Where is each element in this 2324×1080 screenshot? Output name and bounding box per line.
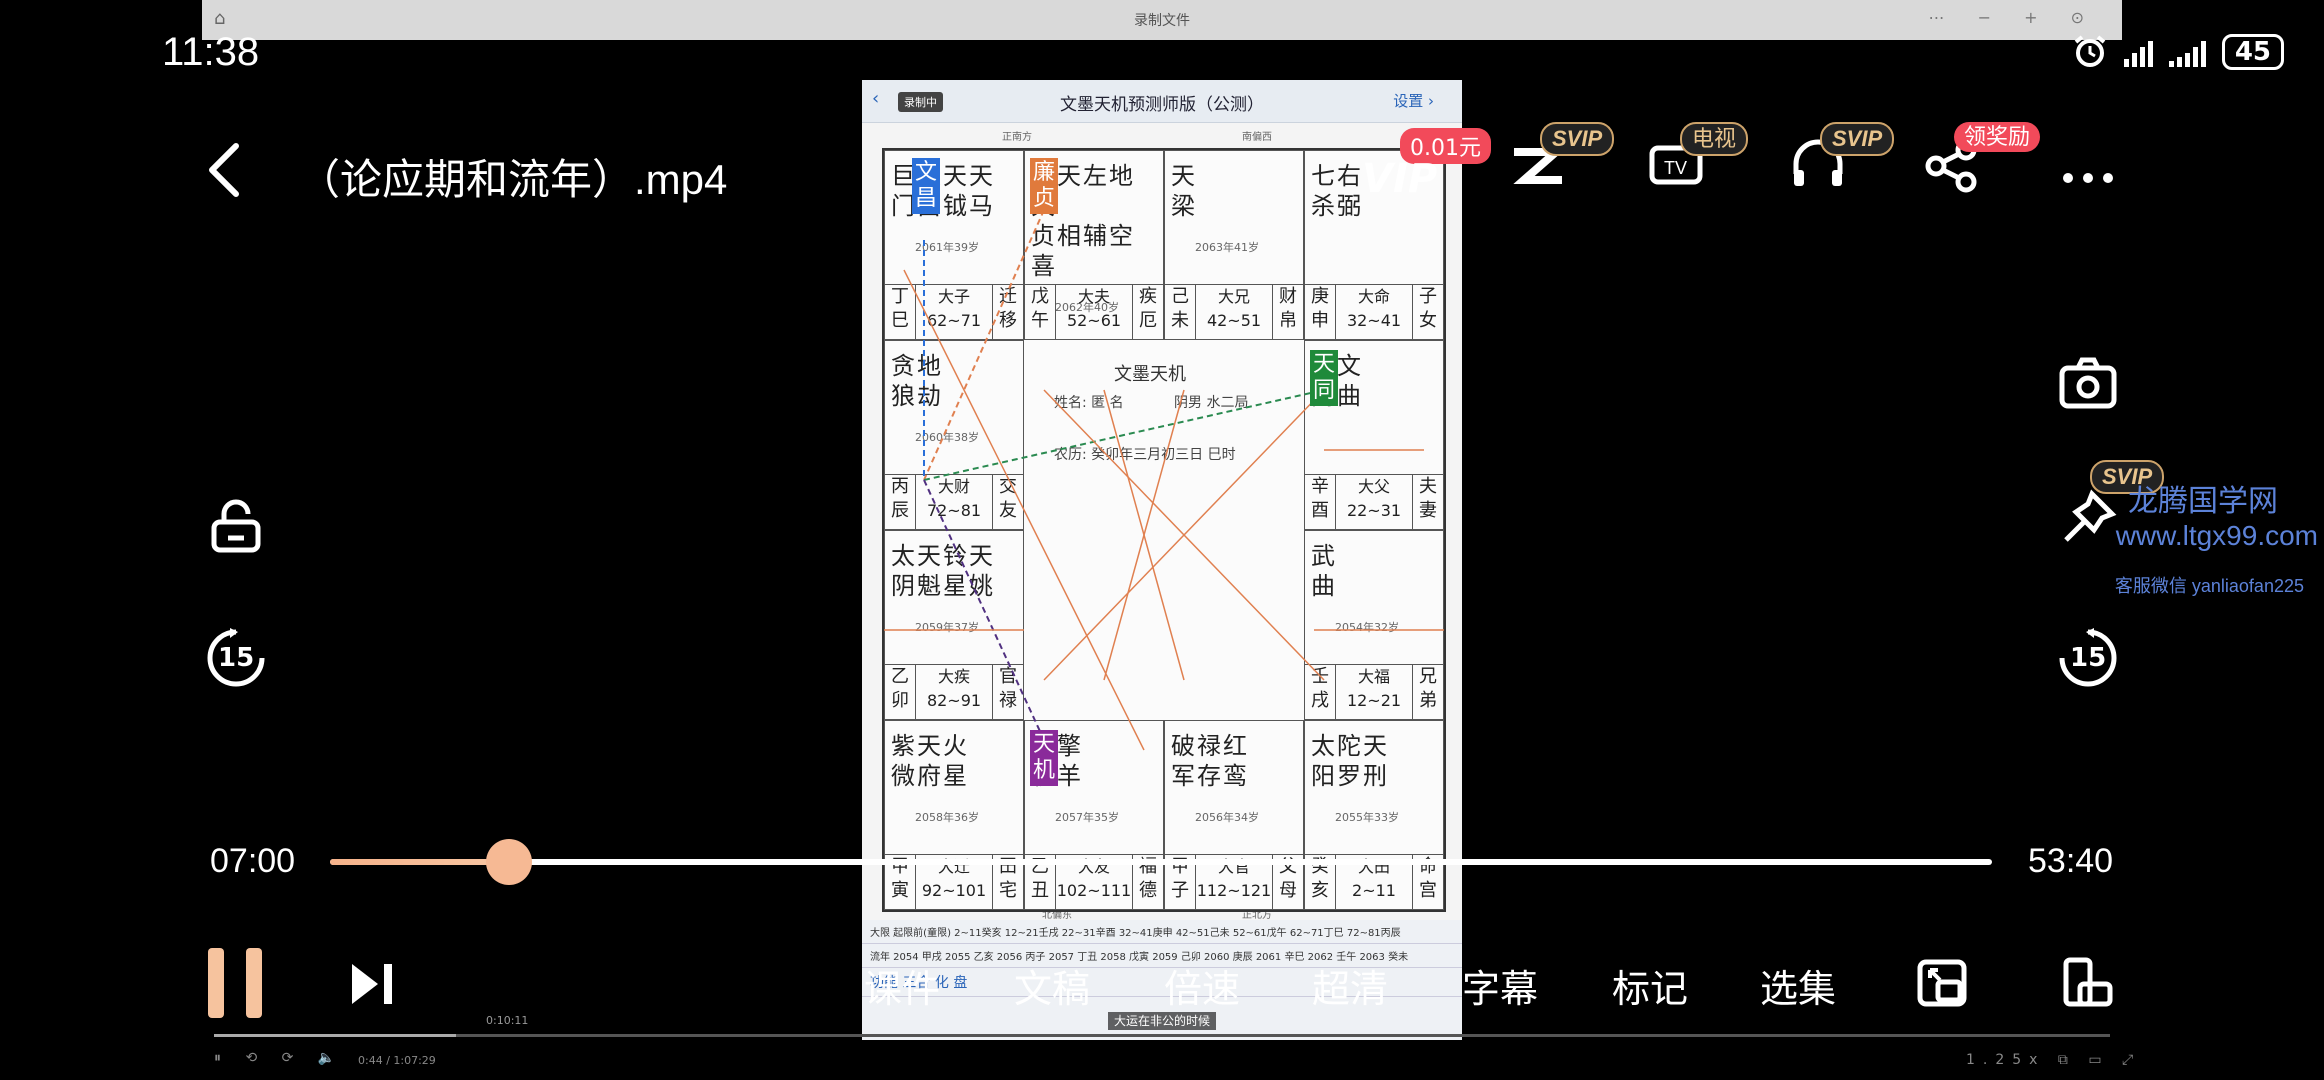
watermark-title: 龙腾国学网 xyxy=(2128,485,2278,518)
highlight-star-tag: 天同 xyxy=(1310,350,1339,406)
camera-icon[interactable] xyxy=(2056,350,2120,414)
tv-badge: 电视 xyxy=(1680,122,1749,156)
alarm-icon xyxy=(2074,35,2106,67)
more-icon xyxy=(2063,173,2113,183)
pin-button[interactable]: SVIP xyxy=(2056,460,2165,550)
next-icon[interactable] xyxy=(348,960,400,1008)
z-button[interactable]: SVIP xyxy=(1506,122,1615,194)
vip-logo: VIP xyxy=(1362,156,1438,202)
reward-badge: 领奖励 xyxy=(1954,122,2041,152)
transcript-tab[interactable]: 文稿 xyxy=(1014,958,1090,1013)
pause-bar xyxy=(246,948,262,1018)
lock-icon[interactable] xyxy=(204,494,268,558)
status-clock: 11:38 xyxy=(162,30,260,74)
recorder-title: 录制文件 xyxy=(1134,13,1190,29)
signal-icon xyxy=(2168,37,2206,67)
video-caption: 大运在非公的时候 xyxy=(862,1012,1462,1030)
watermark-contact: 客服微信 yanliaofan225 xyxy=(2114,576,2304,596)
svip-badge: SVIP xyxy=(1540,122,1615,156)
forward-15-button[interactable]: 15 xyxy=(2056,626,2120,690)
back-arrow-icon[interactable] xyxy=(200,140,250,200)
highlight-star-tag: 廉贞 xyxy=(1030,158,1059,214)
footer-decade-row: 大限 起限前(童限) 2~11癸亥 12~21壬戌 22~31辛酉 32~41庚… xyxy=(862,920,1462,944)
speed-tab[interactable]: 倍速 xyxy=(1164,958,1240,1013)
recorder-time: 0:44 / 1:07:29 xyxy=(358,1054,436,1067)
direction-label: 南偏西 xyxy=(1242,132,1272,143)
recorder-title-bar: ⌂ 录制文件 ⋯ − + ⊙ xyxy=(202,0,2122,40)
ziwei-chart: 巨文天天 门昌钺马 2061年39岁 丁巳大子 62~71迁移 廉天左地天 贞相… xyxy=(882,148,1446,912)
recorder-mini-time: 0:10:11 xyxy=(486,1014,529,1027)
subtitle-tab[interactable]: 字幕 xyxy=(1462,958,1538,1013)
progress-bar[interactable] xyxy=(330,839,1992,885)
recorder-progress-fill xyxy=(214,1034,456,1037)
svg-text:TV: TV xyxy=(1664,158,1687,178)
forward-seconds: 15 xyxy=(2070,643,2107,673)
tv-button[interactable]: TV 电视 xyxy=(1646,122,1749,194)
pause-button[interactable] xyxy=(208,948,264,1018)
courseware-tab[interactable]: 课件 xyxy=(864,958,940,1013)
video-settings-link: 设置 › xyxy=(1393,92,1434,110)
status-icons: 45 xyxy=(2072,32,2284,72)
recorder-progress-bar xyxy=(214,1034,2110,1037)
chart-annotation-lines xyxy=(884,209,1444,751)
total-time: 53:40 xyxy=(2028,842,2114,880)
recorder-controls-left: ⏸ ⟲ ⟳ 🔈 xyxy=(214,1050,346,1066)
quality-tab[interactable]: 超清 xyxy=(1312,958,1388,1013)
signal-icon xyxy=(2123,37,2153,67)
rewind-seconds: 15 xyxy=(218,643,255,673)
battery-indicator: 45 xyxy=(2221,34,2284,70)
video-app-header: ‹ 录制中 文墨天机预测师版（公测） 设置 › xyxy=(862,80,1462,123)
pause-bar xyxy=(208,948,224,1018)
recorder-controls-right: 1.25x ⧉ ▭ ⤢ xyxy=(1966,1052,2142,1068)
audio-button[interactable]: SVIP xyxy=(1786,122,1895,194)
direction-label: 正南方 xyxy=(1002,132,1032,143)
video-app-title: 文墨天机预测师版（公测） xyxy=(1060,95,1264,115)
watermark-url: www.ltgx99.com xyxy=(2115,520,2318,551)
recorder-window-controls[interactable]: ⋯ − + ⊙ xyxy=(1929,8,2098,27)
rewind-15-button[interactable]: 15 xyxy=(204,626,268,690)
episodes-tab[interactable]: 选集 xyxy=(1760,958,1836,1013)
progress-knob[interactable] xyxy=(486,839,533,885)
share-button[interactable]: 领奖励 xyxy=(1920,122,2041,194)
caption-text: 大运在非公的时候 xyxy=(1107,1012,1216,1030)
bookmark-tab[interactable]: 标记 xyxy=(1612,958,1688,1013)
current-time: 07:00 xyxy=(210,842,296,880)
progress-fill xyxy=(330,859,510,865)
video-title: （论应期和流年）.mp4 xyxy=(298,156,728,203)
highlight-star-tag: 天机 xyxy=(1030,730,1059,786)
more-button[interactable] xyxy=(2056,130,2120,194)
picture-in-picture-icon[interactable] xyxy=(1916,956,1970,1010)
highlight-star-tag: 文昌 xyxy=(912,158,941,214)
pin-icon xyxy=(2064,489,2117,542)
svip-badge: SVIP xyxy=(1820,122,1895,156)
video-frame[interactable]: ‹ 录制中 文墨天机预测师版（公测） 设置 › 正南方 南偏西 北偏东 正北方 … xyxy=(862,80,1462,1040)
rotate-screen-icon[interactable] xyxy=(2060,956,2114,1010)
